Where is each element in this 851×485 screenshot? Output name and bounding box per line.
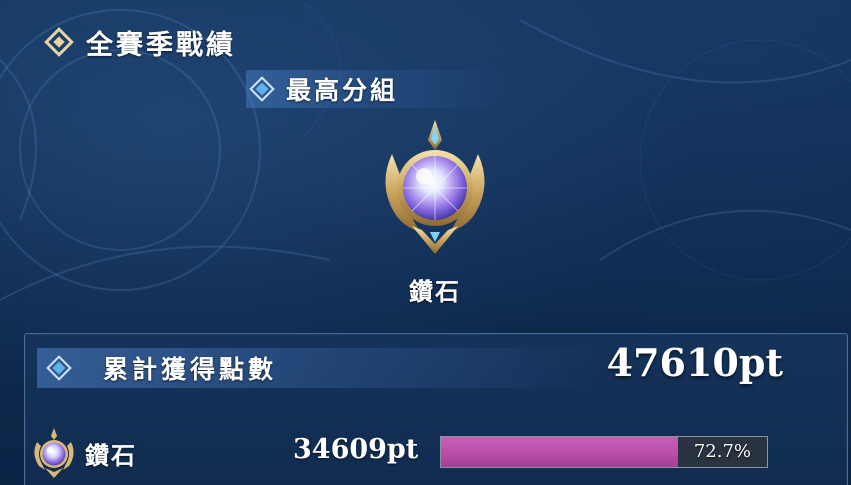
highest-tier-rank-name: 鑽石 bbox=[409, 277, 461, 306]
blue-diamond-icon bbox=[248, 75, 276, 103]
highest-tier-label: 最高分組 bbox=[286, 76, 399, 105]
season-record-screen: 全賽季戰績 最高分組 鑽石 累計獲得點數 47610pt 鑽石 34609pt … bbox=[0, 0, 851, 485]
tier-name: 鑽石 bbox=[85, 441, 137, 470]
highest-tier-header: 最高分組 bbox=[246, 70, 506, 108]
section-header: 全賽季戰績 bbox=[44, 22, 236, 62]
points-total: 47610pt bbox=[606, 340, 783, 385]
tier-points: 34609pt bbox=[293, 434, 419, 465]
section-title: 全賽季戰績 bbox=[86, 29, 236, 61]
diamond-frame-icon bbox=[44, 27, 74, 57]
diamond-rank-emblem bbox=[385, 120, 485, 254]
tier-progress-fill bbox=[441, 437, 678, 467]
tier-row: 鑽石 34609pt 72.7% bbox=[25, 424, 847, 484]
points-panel: 累計獲得點數 47610pt 鑽石 34609pt 72.7% bbox=[24, 333, 848, 485]
diamond-rank-icon bbox=[34, 428, 74, 478]
blue-diamond-icon bbox=[45, 354, 73, 382]
points-header: 累計獲得點數 bbox=[37, 348, 597, 388]
points-label: 累計獲得點數 bbox=[103, 355, 278, 384]
tier-progress-bar: 72.7% bbox=[440, 436, 768, 468]
tier-progress-percent: 72.7% bbox=[693, 441, 751, 462]
